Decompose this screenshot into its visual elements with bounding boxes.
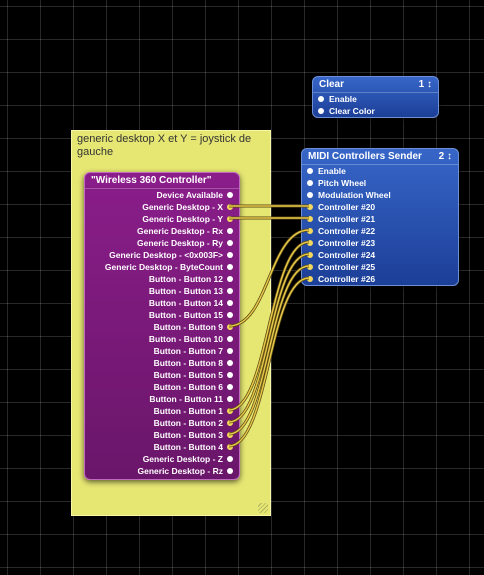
connection-cable[interactable] xyxy=(228,277,310,447)
connection-cable[interactable] xyxy=(228,265,310,435)
connection-cable[interactable] xyxy=(228,229,310,327)
connection-cables xyxy=(228,204,310,448)
connection-cable[interactable] xyxy=(228,241,310,411)
